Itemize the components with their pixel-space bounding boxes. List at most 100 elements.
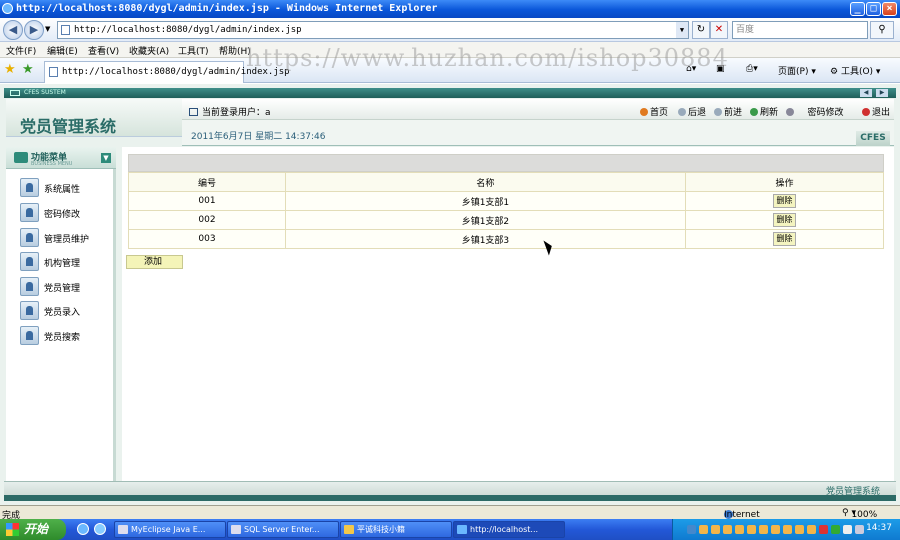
nav-logout[interactable]: 退出 <box>862 105 890 118</box>
back-arrow-icon[interactable]: ◀ <box>3 20 23 40</box>
zoom-control[interactable]: ⚲ 100% ▾ <box>842 508 877 520</box>
nav-password[interactable]: 密码修改 <box>786 105 843 118</box>
window-title: http://localhost:8080/dygl/admin/index.j… <box>16 3 438 14</box>
sidebar-item-system-properties[interactable]: 系统属性 <box>6 176 116 200</box>
folder-icon <box>344 525 354 534</box>
sidebar-item-member-entry[interactable]: 党员录入 <box>6 299 116 323</box>
tools-menu[interactable]: ⚙ 工具(O) ▾ <box>830 64 880 77</box>
quicklaunch-ie-icon[interactable] <box>77 523 89 535</box>
tray-icon[interactable] <box>699 525 708 534</box>
tray-icon[interactable] <box>747 525 756 534</box>
add-favorite-icon[interactable]: ★ <box>22 62 34 77</box>
cell-id: 002 <box>128 210 286 230</box>
tray-icon[interactable] <box>771 525 780 534</box>
refresh-icon[interactable]: ↻ <box>692 21 710 39</box>
user-card-icon <box>20 252 39 271</box>
nav-home-label: 首页 <box>650 108 669 118</box>
nav-back[interactable]: 后退 <box>678 105 706 118</box>
close-button[interactable]: × <box>882 2 897 16</box>
nav-password-label: 密码修改 <box>807 108 844 118</box>
address-bar[interactable]: http://localhost:8080/dygl/admin/index.j… <box>57 21 689 39</box>
tray-icon[interactable] <box>807 525 816 534</box>
delete-button[interactable]: 删除 <box>772 213 796 227</box>
nav-forward[interactable]: 前进 <box>714 105 742 118</box>
cell-id: 003 <box>128 229 286 249</box>
sidebar-item-label: 党员管理 <box>44 284 81 294</box>
page-icon <box>61 25 70 35</box>
tray-icon[interactable] <box>819 525 828 534</box>
sidebar-item-label: 系统属性 <box>44 185 81 195</box>
menu-tools[interactable]: 工具(T) <box>178 44 209 57</box>
scroll-right-icon[interactable]: ▶ <box>876 89 888 97</box>
watermark-text: https://www.huzhan.com/ishop30884 <box>246 44 729 72</box>
collapse-toggle-icon[interactable]: ▼ <box>101 153 111 163</box>
app-header-strip: CFES SUSTEM ◀ ▶ <box>4 88 896 98</box>
tray-icon[interactable] <box>759 525 768 534</box>
sidebar-item-organization[interactable]: 机构管理 <box>6 250 116 274</box>
refresh-icon <box>750 108 758 116</box>
sidebar-item-password-change[interactable]: 密码修改 <box>6 201 116 225</box>
tray-icon[interactable] <box>711 525 720 534</box>
menu-file[interactable]: 文件(F) <box>6 44 36 57</box>
address-dropdown-icon[interactable]: ▼ <box>676 22 688 38</box>
sidebar-item-member-management[interactable]: 党员管理 <box>6 275 116 299</box>
add-button[interactable]: 添加 <box>126 255 183 269</box>
task-sql-server[interactable]: SQL Server Enter... <box>227 521 339 538</box>
tray-icon[interactable] <box>687 525 696 534</box>
col-id-header: 编号 <box>128 172 286 192</box>
user-card-icon <box>20 326 39 345</box>
tab-current[interactable]: http://localhost:8080/dygl/admin/index.j… <box>44 61 290 83</box>
tray-icon[interactable] <box>735 525 744 534</box>
back-icon <box>678 108 686 116</box>
sidebar-item-label: 密码修改 <box>44 210 81 220</box>
tray-icon[interactable] <box>795 525 804 534</box>
tray-icon[interactable] <box>831 525 840 534</box>
tray-icon[interactable] <box>723 525 732 534</box>
menu-view[interactable]: 查看(V) <box>88 44 119 57</box>
menu-favorites[interactable]: 收藏夹(A) <box>129 44 169 57</box>
start-button[interactable]: 开始 <box>0 519 66 540</box>
task-label: MyEclipse Java E... <box>131 525 206 534</box>
nav-home[interactable]: 首页 <box>640 105 668 118</box>
sidebar-item-admin-maintenance[interactable]: 管理员维护 <box>6 226 116 250</box>
sidebar-item-label: 管理员维护 <box>44 235 90 245</box>
search-icon[interactable]: ⚲ <box>870 21 894 39</box>
sidebar-item-label: 党员搜索 <box>44 333 81 343</box>
main-content: 编号 名称 操作 001 乡镇1支部1 删除 002 乡镇1支部2 删除 003… <box>122 147 894 493</box>
col-action-header: 操作 <box>684 172 885 192</box>
print-icon[interactable]: ⎙▾ <box>746 64 758 74</box>
table-caption-bar <box>128 154 884 172</box>
quicklaunch-icon[interactable] <box>94 523 106 535</box>
table-header-row: 编号 名称 操作 <box>128 172 885 192</box>
nav-back-label: 后退 <box>688 108 707 118</box>
nav-refresh[interactable]: 刷新 <box>750 105 778 118</box>
task-ie[interactable]: http://localhost... <box>453 521 565 538</box>
scroll-left-icon[interactable]: ◀ <box>860 89 872 97</box>
cell-name: 乡镇1支部1 <box>284 191 686 211</box>
delete-button[interactable]: 删除 <box>772 194 796 208</box>
task-folder[interactable]: 平诚科技小籍 <box>340 521 452 538</box>
network-icon[interactable] <box>855 525 864 534</box>
favorites-star-icon[interactable]: ★ <box>4 62 16 77</box>
task-myeclipse[interactable]: MyEclipse Java E... <box>114 521 226 538</box>
date-bar: 2011年6月7日 星期二 14:37:46 CFES <box>182 120 894 146</box>
col-name-header: 名称 <box>284 172 686 192</box>
volume-icon[interactable] <box>843 525 852 534</box>
delete-button[interactable]: 删除 <box>772 232 796 246</box>
current-datetime: 2011年6月7日 星期二 14:37:46 <box>191 132 326 142</box>
maximize-button[interactable]: □ <box>866 2 881 16</box>
tray-icon[interactable] <box>783 525 792 534</box>
sidebar-item-member-search[interactable]: 党员搜索 <box>6 324 116 348</box>
start-label: 开始 <box>24 522 49 536</box>
page-menu[interactable]: 页面(P) ▾ <box>778 64 816 77</box>
nav-refresh-label: 刷新 <box>760 108 779 118</box>
search-input[interactable]: 百度 <box>732 21 868 39</box>
minimize-button[interactable]: _ <box>850 2 865 16</box>
history-dropdown-icon[interactable]: ▼ <box>45 25 50 33</box>
forward-arrow-icon[interactable]: ▶ <box>24 20 44 40</box>
page-menu-label: 页面(P) <box>778 67 809 77</box>
cfes-logo: CFES <box>856 131 890 146</box>
menu-edit[interactable]: 编辑(E) <box>47 44 78 57</box>
home-icon <box>640 108 648 116</box>
stop-icon[interactable]: ✕ <box>710 21 728 39</box>
